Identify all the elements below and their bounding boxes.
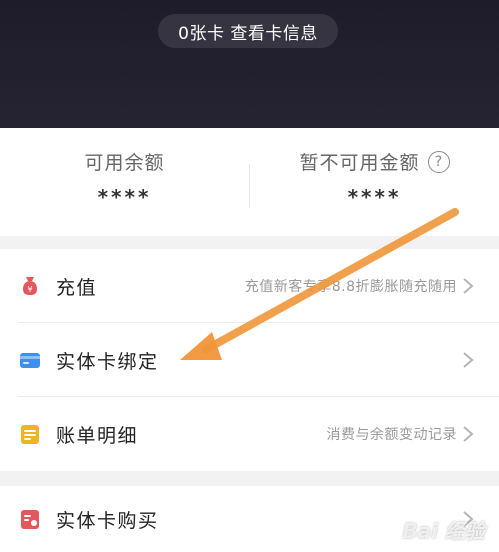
money-bag-icon: ¥ (23, 277, 37, 295)
card-info-button[interactable]: 0张卡 查看卡信息 (158, 14, 338, 48)
menu-item-label: 账单明细 (56, 424, 139, 447)
menu-item-recharge[interactable]: ¥ 充值 充值新客专享8.8折膨胀随充随用 (0, 249, 499, 323)
watermark-logo: Bai 经验 (402, 519, 485, 543)
chevron-right-icon (463, 352, 474, 368)
bill-icon (21, 425, 39, 444)
card-purchase-icon (21, 510, 39, 529)
menu-item-label: 实体卡购买 (56, 509, 159, 532)
balance-panel: 可用余额 **** 暂不可用金额 ? **** (0, 128, 499, 236)
help-icon[interactable]: ? (427, 150, 450, 173)
menu-item-desc: 充值新客专享8.8折膨胀随充随用 (244, 279, 457, 295)
unavailable-balance-label: 暂不可用金额 (299, 152, 420, 174)
chevron-right-icon (463, 278, 474, 294)
available-balance-value: **** (97, 185, 152, 209)
svg-text:¥: ¥ (27, 285, 32, 294)
unavailable-balance: 暂不可用金额 ? **** (250, 128, 499, 236)
menu-item-label: 实体卡绑定 (56, 350, 159, 373)
unavailable-balance-value: **** (347, 185, 402, 209)
card-icon (20, 353, 40, 368)
menu-group-main: ¥ 充值 充值新客专享8.8折膨胀随充随用 实体卡绑定 账单明细 消费与余额变动… (0, 249, 499, 471)
header: 0张卡 查看卡信息 (0, 0, 499, 128)
chevron-right-icon (463, 426, 474, 442)
menu-item-desc: 消费与余额变动记录 (326, 427, 457, 443)
available-balance-label: 可用余额 (84, 152, 165, 174)
available-balance: 可用余额 **** (0, 128, 249, 236)
card-info-label: 0张卡 查看卡信息 (178, 23, 318, 44)
menu-item-bill-details[interactable]: 账单明细 消费与余额变动记录 (0, 397, 499, 471)
menu-item-label: 充值 (56, 276, 98, 299)
menu-item-card-binding[interactable]: 实体卡绑定 (0, 323, 499, 397)
